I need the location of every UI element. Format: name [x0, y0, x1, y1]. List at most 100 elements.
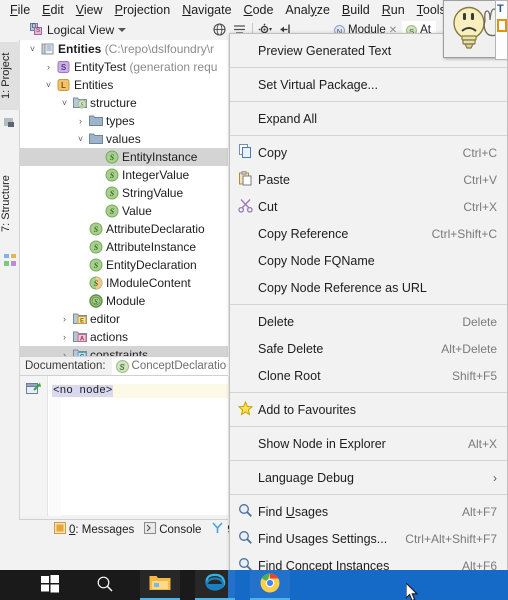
chevron-right-icon[interactable]: ›: [60, 328, 69, 346]
menu-item-show-node-in-explorer[interactable]: Show Node in Explorer Alt+X: [230, 430, 507, 457]
chevron-down-icon[interactable]: [118, 27, 127, 32]
menu-item-copy-node-fqname[interactable]: Copy Node FQName: [230, 247, 507, 274]
menu-view[interactable]: View: [70, 2, 109, 18]
chrome-button[interactable]: [250, 570, 290, 600]
menu-edit[interactable]: Edit: [36, 2, 70, 18]
svg-text:S: S: [94, 298, 98, 306]
tree-row[interactable]: S Value: [20, 202, 228, 220]
menu-item-add-to-favourites[interactable]: Add to Favourites: [230, 396, 507, 423]
tree-row[interactable]: › types: [20, 112, 228, 130]
tree-row[interactable]: S StringValue: [20, 184, 228, 202]
chevron-down-icon[interactable]: ˅: [28, 40, 37, 58]
menu-item-copy[interactable]: Copy Ctrl+C: [230, 139, 507, 166]
no-icon: [238, 76, 255, 93]
menu-item-label: Expand All: [258, 111, 318, 126]
left-toolwindow-bar[interactable]: 1: Project 7: Structure: [0, 40, 20, 520]
tree-row[interactable]: › S EntityTest (generation requ: [20, 58, 228, 76]
menu-item-label: Paste: [258, 172, 290, 187]
toolwindow-tab-2[interactable]: 7: Structure: [0, 160, 20, 248]
status-item-0[interactable]: 0: Messages: [54, 522, 134, 537]
structure-folder-icon: S: [73, 96, 87, 110]
menu-navigate[interactable]: Navigate: [176, 2, 237, 18]
menu-item-shortcut: Ctrl+Alt+Shift+F7: [405, 531, 497, 546]
svg-text:S: S: [94, 243, 99, 252]
no-icon: [238, 435, 255, 452]
status-item-1[interactable]: Console: [144, 522, 201, 537]
tree-row-label: IModuleContent: [106, 276, 191, 290]
tree-row[interactable]: › Eeditor: [20, 310, 228, 328]
menu-analyze[interactable]: Analyze: [279, 2, 335, 18]
main-menu-bar[interactable]: File Edit View Projection Navigate Code Analyz…: [0, 0, 508, 19]
tree-row-label: EntityTest (generation requ: [74, 60, 218, 74]
start-button[interactable]: [30, 570, 70, 600]
tree-row-label: EntityDeclaration: [106, 258, 197, 272]
actions-folder-icon: A: [73, 330, 87, 344]
tree-row-label: EntityInstance: [122, 150, 198, 164]
status-item-label: 0: Messages: [69, 523, 135, 536]
tree-row[interactable]: S EntityDeclaration: [20, 256, 228, 274]
tree-row[interactable]: › Aactions: [20, 328, 228, 346]
menu-projection[interactable]: Projection: [109, 2, 177, 18]
menu-item-copy-node-reference-as-url[interactable]: Copy Node Reference as URL: [230, 274, 507, 301]
tree-row[interactable]: ˅ L Entities: [20, 76, 228, 94]
tree-row[interactable]: S Module: [20, 292, 228, 310]
module-icon: [41, 42, 55, 56]
tree-row-label: Module: [106, 294, 146, 308]
documentation-body[interactable]: <no node>: [20, 375, 228, 516]
menu-run[interactable]: Run: [376, 2, 411, 18]
windows-taskbar[interactable]: [0, 570, 508, 600]
documentation-strip: [49, 376, 61, 516]
menu-item-set-virtual-package[interactable]: Set Virtual Package...: [230, 71, 507, 98]
menu-item-cut[interactable]: Cut Ctrl+X: [230, 193, 507, 220]
editor-folder-icon: E: [73, 312, 87, 326]
chevron-right-icon[interactable]: ›: [60, 310, 69, 328]
chevron-right-icon[interactable]: ›: [44, 58, 53, 76]
concept-icon: S: [105, 168, 119, 182]
menu-item-delete[interactable]: Delete Delete: [230, 308, 507, 335]
menu-build[interactable]: Build: [336, 2, 376, 18]
tree-row[interactable]: ˅ Sstructure: [20, 94, 228, 112]
new-node-icon[interactable]: [26, 382, 41, 399]
logical-view-label: Logical View: [47, 22, 115, 37]
chevron-right-icon[interactable]: ›: [60, 346, 69, 356]
tree-row[interactable]: ˅ values: [20, 130, 228, 148]
menu-item-copy-reference[interactable]: Copy Reference Ctrl+Shift+C: [230, 220, 507, 247]
svg-text:S: S: [61, 63, 67, 72]
toolwindow-tab-1[interactable]: 1: Project: [0, 42, 20, 110]
project-tree[interactable]: ˅ Entities (C:\repo\dslfoundry\r › S EntityT…: [20, 40, 228, 356]
file-explorer-button[interactable]: [140, 570, 180, 600]
tree-row[interactable]: S IntegerValue: [20, 166, 228, 184]
chevron-right-icon[interactable]: ›: [76, 112, 85, 130]
menu-item-label: Delete: [258, 314, 295, 329]
menu-item-find-usages[interactable]: Find Usages Alt+F7: [230, 498, 507, 525]
tree-row[interactable]: ˅ Entities (C:\repo\dslfoundry\r: [20, 40, 228, 58]
tree-row[interactable]: S EntityInstance: [20, 148, 228, 166]
toolwindow-status-bar[interactable]: 0: MessagesConsole9: [20, 519, 234, 539]
chevron-down-icon[interactable]: ˅: [60, 94, 69, 112]
tree-row[interactable]: S AttributeDeclaratio: [20, 220, 228, 238]
logical-view-selector[interactable]: DS Logical View: [30, 21, 127, 38]
menu-code[interactable]: Code: [238, 2, 280, 18]
internet-explorer-button[interactable]: [195, 570, 235, 600]
tree-row[interactable]: › Cconstraints: [20, 346, 228, 356]
menu-item-paste[interactable]: Paste Ctrl+V: [230, 166, 507, 193]
menu-separator: [230, 392, 507, 393]
menu-item-label: Copy Node Reference as URL: [258, 280, 427, 295]
tree-row[interactable]: S IModuleContent: [20, 274, 228, 292]
menu-file[interactable]: File: [4, 2, 36, 18]
menu-item-expand-all[interactable]: Expand All: [230, 105, 507, 132]
menu-item-label: Copy Reference: [258, 226, 349, 241]
chevron-down-icon[interactable]: ˅: [76, 130, 85, 148]
tree-row[interactable]: S AttributeInstance: [20, 238, 228, 256]
menu-item-shortcut: Alt+Delete: [441, 341, 497, 356]
node-context-menu[interactable]: Preview Generated TextCtrl+AltSet Virtua…: [229, 33, 508, 600]
documentation-tab[interactable]: S ConceptDeclaratio: [111, 356, 231, 376]
search-button[interactable]: [85, 570, 125, 600]
menu-item-language-debug[interactable]: Language Debug ›: [230, 464, 507, 491]
menu-item-safe-delete[interactable]: Safe Delete Alt+Delete: [230, 335, 507, 362]
documentation-gutter: [20, 376, 48, 516]
chevron-down-icon[interactable]: ˅: [44, 76, 53, 94]
globe-icon[interactable]: [212, 22, 227, 37]
menu-item-find-usages-settings[interactable]: Find Usages Settings... Ctrl+Alt+Shift+F7: [230, 525, 507, 552]
menu-item-clone-root[interactable]: Clone Root Shift+F5: [230, 362, 507, 389]
